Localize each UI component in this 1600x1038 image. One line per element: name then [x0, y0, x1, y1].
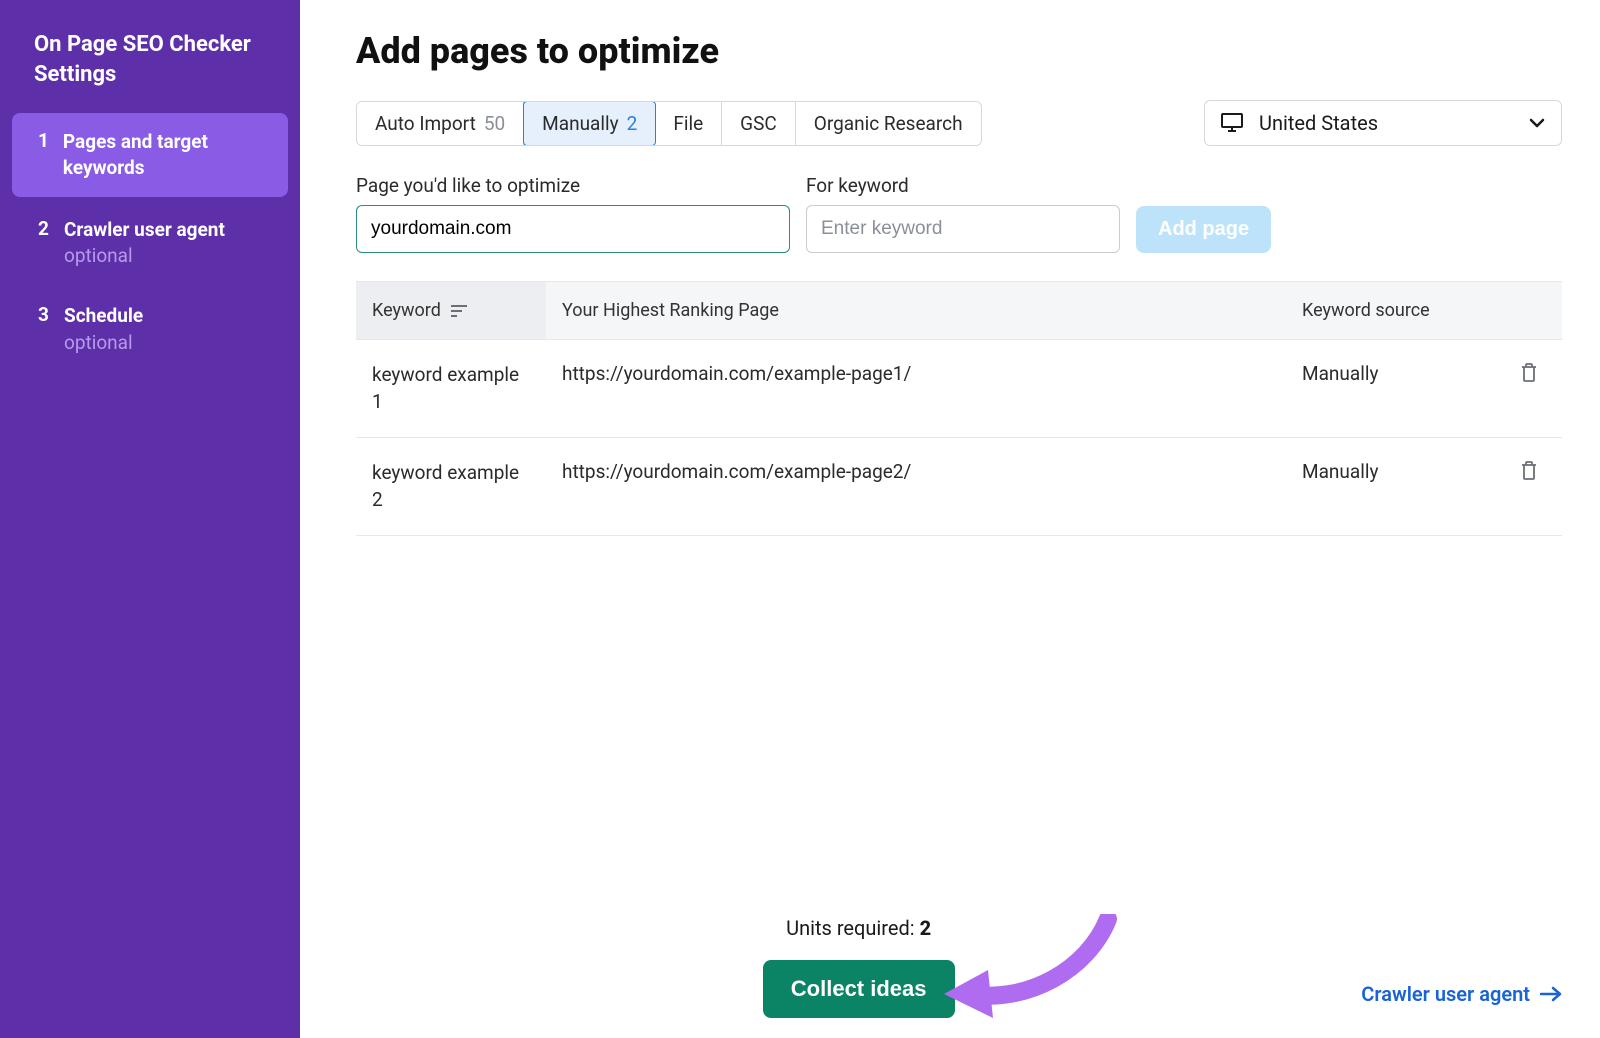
- keyword-input-label: For keyword: [806, 174, 909, 197]
- add-page-button[interactable]: Add page: [1136, 206, 1271, 253]
- units-required: Units required: 2: [786, 916, 931, 940]
- tab-gsc[interactable]: GSC: [722, 102, 796, 145]
- chevron-down-icon: [1529, 118, 1545, 128]
- step-sublabel: optional: [64, 331, 143, 354]
- settings-sidebar: On Page SEO Checker Settings 1 Pages and…: [0, 0, 300, 1038]
- page-input-label: Page you'd like to optimize: [356, 174, 790, 197]
- cell-page: https://yourdomain.com/example-page1/: [546, 340, 1286, 407]
- cell-source: Manually: [1286, 438, 1496, 505]
- page-title: Add pages to optimize: [356, 30, 1562, 72]
- sidebar-title: On Page SEO Checker Settings: [0, 30, 300, 113]
- step-label: Schedule: [64, 303, 143, 329]
- import-method-tabs: Auto Import 50 Manually 2 File GSC Organ…: [356, 101, 982, 146]
- tab-label: GSC: [740, 112, 777, 135]
- delete-row-icon[interactable]: [1520, 362, 1538, 382]
- sidebar-step-crawler-agent[interactable]: 2 Crawler user agent optional: [12, 201, 288, 284]
- cell-source: Manually: [1286, 340, 1496, 407]
- tab-manually[interactable]: Manually 2: [523, 101, 656, 146]
- tab-auto-import[interactable]: Auto Import 50: [357, 102, 524, 145]
- collect-ideas-button[interactable]: Collect ideas: [763, 960, 955, 1018]
- col-actions: [1496, 282, 1562, 339]
- table-header: Keyword Your Highest Ranking Page Keywor…: [356, 281, 1562, 340]
- next-step-link[interactable]: Crawler user agent: [1361, 982, 1562, 1018]
- main-content: Add pages to optimize Auto Import 50 Man…: [300, 0, 1600, 1038]
- step-number: 2: [38, 217, 50, 240]
- cell-keyword: keyword example 2: [356, 438, 546, 535]
- col-keyword[interactable]: Keyword: [356, 282, 546, 339]
- tab-file[interactable]: File: [655, 102, 722, 145]
- delete-row-icon[interactable]: [1520, 460, 1538, 480]
- cell-keyword: keyword example 1: [356, 340, 546, 437]
- arrow-right-icon: [1540, 986, 1562, 1002]
- sidebar-step-pages-keywords[interactable]: 1 Pages and target keywords: [12, 113, 288, 196]
- tab-label: Auto Import: [375, 112, 476, 135]
- step-label: Pages and target keywords: [63, 129, 262, 180]
- tab-organic-research[interactable]: Organic Research: [796, 102, 981, 145]
- region-value: United States: [1259, 111, 1378, 135]
- tab-label: File: [673, 112, 703, 135]
- page-url-input[interactable]: [356, 205, 790, 253]
- col-source[interactable]: Keyword source: [1286, 282, 1496, 339]
- table-row: keyword example 2 https://yourdomain.com…: [356, 438, 1562, 536]
- cell-page: https://yourdomain.com/example-page2/: [546, 438, 1286, 505]
- col-page[interactable]: Your Highest Ranking Page: [546, 282, 1286, 339]
- step-label: Crawler user agent: [64, 217, 225, 243]
- table-row: keyword example 1 https://yourdomain.com…: [356, 340, 1562, 438]
- desktop-icon: [1221, 113, 1243, 133]
- step-number: 1: [38, 129, 49, 152]
- keyword-input[interactable]: [806, 205, 1120, 253]
- tab-label: Organic Research: [814, 112, 963, 135]
- step-number: 3: [38, 303, 50, 326]
- keywords-table: Keyword Your Highest Ranking Page Keywor…: [356, 281, 1562, 536]
- tab-count: 2: [627, 112, 638, 135]
- tab-label: Manually: [542, 112, 618, 135]
- region-select[interactable]: United States: [1204, 100, 1562, 146]
- tab-count: 50: [484, 112, 505, 135]
- annotation-arrow-icon: [938, 914, 1118, 1024]
- sort-icon: [451, 305, 467, 317]
- step-sublabel: optional: [64, 244, 225, 267]
- sidebar-step-schedule[interactable]: 3 Schedule optional: [12, 287, 288, 370]
